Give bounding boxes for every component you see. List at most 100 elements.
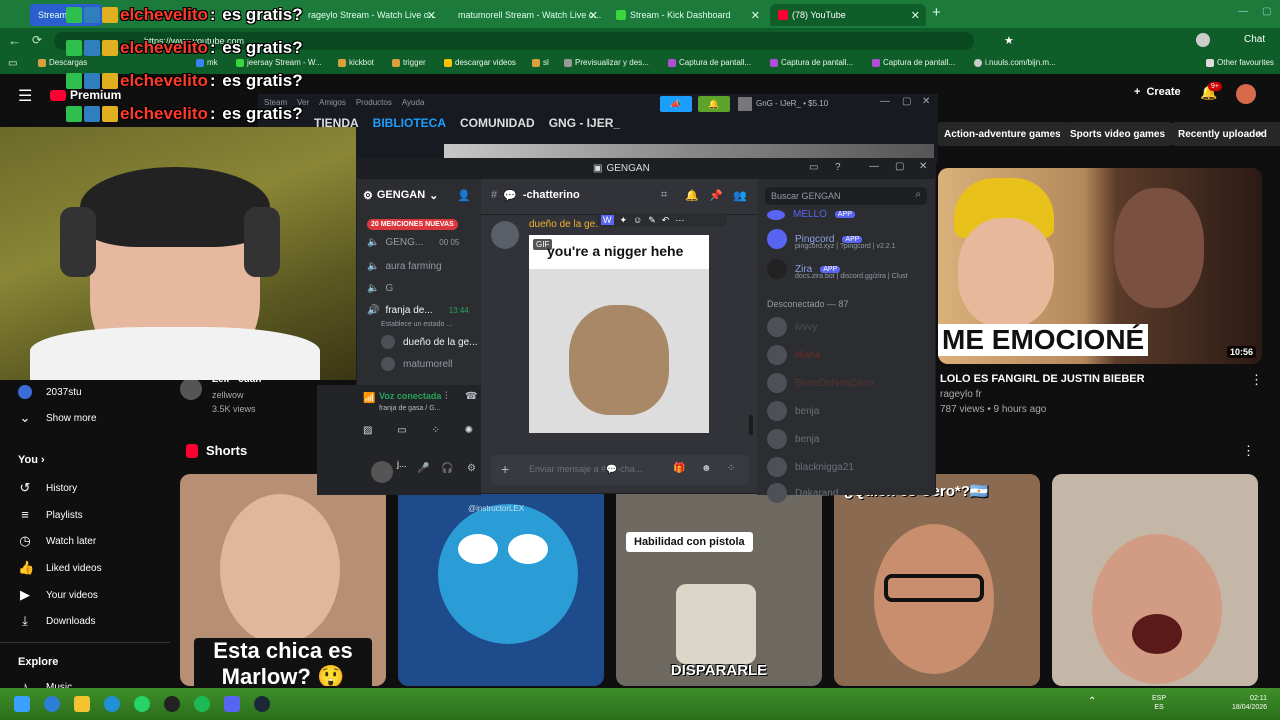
language-indicator[interactable]: ESP ES [1152,694,1166,712]
bell-icon[interactable]: 🔔 [685,189,699,202]
more-options-icon[interactable]: ⋮ [1242,443,1255,459]
show-more-button[interactable]: ⌄ Show more [18,411,97,425]
tab-kick-dashboard[interactable]: Stream - Kick Dashboard ✕ [608,4,766,26]
channel-item-active[interactable]: 🔊 franja de... 13:44 [367,305,469,316]
search-input[interactable]: Buscar GENGAN ⌕ [765,187,927,205]
member-offline[interactable]: BerteDeNenDazo [767,373,873,393]
members-icon[interactable]: 👥 [733,189,747,202]
obs-icon[interactable] [164,696,180,712]
bookmark-star-icon[interactable]: ★ [1004,34,1014,47]
settings-icon[interactable]: ⚙ [467,463,476,474]
bookmark-item[interactable]: Descargas [38,58,87,67]
signal-icon[interactable]: 📶 [363,393,375,404]
steam-menu-item[interactable]: Amigos [319,98,346,107]
bookmark-item[interactable]: jeersay Stream - W... [236,58,322,67]
channel-item[interactable]: 🔈 aura farming [367,261,442,272]
add-attachment-icon[interactable]: + [501,461,509,477]
inbox-icon[interactable]: ▭ [809,162,818,173]
start-icon[interactable] [14,696,30,712]
short-item[interactable]: Habilidad con pistola DISPARARLE [616,474,822,686]
activities-icon[interactable]: ⁘ [431,425,439,436]
gift-icon[interactable]: 🎁 [673,463,685,474]
mentions-badge[interactable]: 20 MENCIONES NUEVAS [367,219,458,230]
notifications-icon[interactable]: 🔔 [698,96,730,112]
disconnect-icon[interactable]: ☎ [465,391,477,402]
other-favourites[interactable]: Other favourites [1206,58,1274,67]
edit-icon[interactable]: ✎ [648,215,656,226]
voice-user[interactable]: matumorell [381,357,452,371]
chip-action-adventure[interactable]: Action-adventure games [934,122,1071,146]
threads-icon[interactable]: ⌗ [661,189,667,202]
steam-menu-item[interactable]: Ayuda [402,98,425,107]
tab-youtube[interactable]: (78) YouTube ✕ [770,4,926,26]
edge-icon[interactable] [44,696,60,712]
pin-icon[interactable]: 📌 [709,189,723,202]
steam-menu-item[interactable]: Productos [356,98,392,107]
steam-icon[interactable] [254,696,270,712]
message-input[interactable]: + Enviar mensaje a #💬-cha... 🎁 ☻ ⁘ [491,455,749,485]
close-icon[interactable]: ✕ [589,9,598,22]
close-icon[interactable]: ✕ [922,96,930,107]
member-offline[interactable]: Dakarand [767,483,838,503]
tray-chevron-icon[interactable]: ⌃ [1088,696,1096,707]
bookmark-item[interactable]: i.nuuls.com/bijn.m... [974,58,1056,67]
sidebar-channel[interactable]: 2037stu [18,385,82,399]
voice-user[interactable]: dueño de la ge... [381,335,478,349]
reload-icon[interactable]: ⟳ [32,33,42,47]
sidebar-item-watch-later[interactable]: ◷ Watch later [18,534,96,548]
member-offline[interactable]: benja [767,429,819,449]
member-offline[interactable]: illiana [767,345,821,365]
menu-icon[interactable]: ▭ [8,58,17,69]
short-item[interactable]: @instructorLEX [398,474,604,686]
discord-icon[interactable] [224,696,240,712]
chip-recently-uploaded[interactable]: Recently uploaded [1168,122,1280,146]
emoji-icon[interactable]: ☻ [701,463,712,474]
sidebar-item-downloads[interactable]: ⤓ Downloads [18,614,95,628]
bookmark-item[interactable]: Captura de pantall... [872,58,955,67]
tab-rageylo[interactable]: rageylo Stream - Watch Live o... ✕ [300,4,442,26]
avatar[interactable] [738,97,752,111]
sidebar-item-playlists[interactable]: ≡ Playlists [18,508,82,522]
steam-nav-profile[interactable]: GNG - IJER_ [549,116,620,130]
browser-icon[interactable] [104,696,120,712]
profile-avatar[interactable] [1196,33,1210,47]
add-user-icon[interactable]: 👤 [457,189,471,202]
headphones-icon[interactable]: 🎧 [441,463,453,474]
you-section-header[interactable]: You › [18,454,45,466]
announcements-icon[interactable]: 📣 [660,96,692,112]
screen-share-icon[interactable]: ▭ [397,425,406,436]
sidebar-item-your-videos[interactable]: ▶ Your videos [18,588,98,602]
whatsapp-icon[interactable] [134,696,150,712]
tab-matumorell[interactable]: matumorell Stream - Watch Live o... ✕ [446,4,604,26]
chevron-right-icon[interactable]: › [1258,126,1262,140]
member-offline[interactable]: benja [767,401,819,421]
bookmark-item[interactable]: kickbot [338,58,374,67]
maximize-button[interactable]: ▢ [1262,6,1271,17]
soundboard-icon[interactable]: ✺ [465,425,473,436]
chip-sports[interactable]: Sports video games [1060,122,1176,146]
minimize-button[interactable]: — [1238,6,1248,17]
gif-embed[interactable]: GIF you're a nigger hehe [529,235,709,433]
create-button[interactable]: + Create [1134,86,1181,98]
clock[interactable]: 02:11 18/04/2026 [1232,694,1267,712]
bookmark-item[interactable]: trigger [392,58,426,67]
message-author[interactable]: dueño de la ge... [529,219,604,230]
steam-user[interactable]: GnG - IJeR_ • $5.10 [756,99,828,108]
reaction-icon[interactable]: ✦ [620,215,628,226]
sidebar-item-liked[interactable]: 👍 Liked videos [18,561,102,575]
spotify-icon[interactable] [194,696,210,712]
hamburger-icon[interactable]: ☰ [18,86,32,106]
minimize-button[interactable]: — [880,96,890,107]
maximize-button[interactable]: ▢ [902,96,911,107]
channel-item[interactable]: 🔈 G [367,283,393,294]
short-item[interactable]: ¿Quién es Cero*?🇦🇷 [834,474,1040,686]
avatar[interactable] [1236,84,1256,104]
reply-icon[interactable]: ↶ [662,215,670,226]
youtube-premium-logo[interactable]: Premium [50,88,121,102]
maximize-button[interactable]: ▢ [895,161,904,172]
scrollbar[interactable] [749,415,753,435]
video-thumbnail[interactable]: ME EMOCIONÉ 10:56 [938,168,1262,364]
close-icon[interactable]: ✕ [911,9,920,22]
noise-icon[interactable]: ⫶ [445,391,448,402]
close-icon[interactable]: ✕ [427,9,436,22]
